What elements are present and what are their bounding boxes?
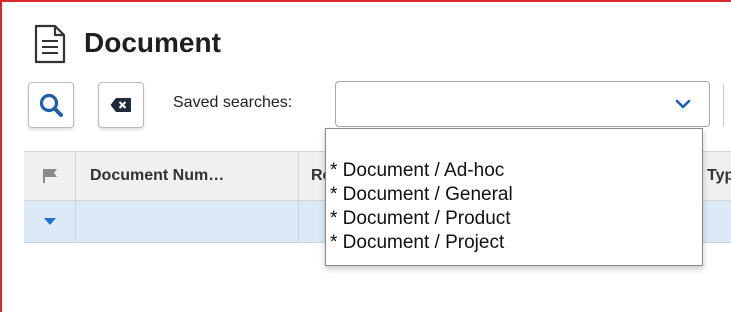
dropdown-option-product[interactable]: * Document / Product [330, 208, 511, 230]
clear-search-button[interactable] [98, 82, 144, 128]
chevron-down-icon [675, 99, 691, 109]
flag-column-header[interactable] [24, 152, 76, 200]
flag-icon [42, 169, 57, 183]
column-header-type[interactable]: Typ [707, 152, 731, 200]
saved-searches-dropdown: * Document / Ad-hoc * Document / General… [325, 128, 703, 266]
dropdown-option-project[interactable]: * Document / Project [330, 232, 504, 254]
search-icon [39, 93, 63, 117]
table-cell [76, 201, 299, 242]
search-button[interactable] [28, 82, 74, 128]
saved-searches-label: Saved searches: [173, 94, 293, 111]
backspace-clear-icon [110, 98, 131, 112]
dropdown-option-ad-hoc[interactable]: * Document / Ad-hoc [330, 160, 504, 182]
toolbar-divider [723, 84, 724, 126]
row-expand-toggle[interactable] [24, 201, 76, 242]
column-header-document-number[interactable]: Document Num… [76, 152, 299, 200]
document-icon [34, 24, 66, 64]
saved-searches-select[interactable] [335, 81, 710, 127]
page-title: Document [84, 27, 221, 58]
dropdown-option-general[interactable]: * Document / General [330, 184, 513, 206]
triangle-down-icon [43, 217, 56, 225]
